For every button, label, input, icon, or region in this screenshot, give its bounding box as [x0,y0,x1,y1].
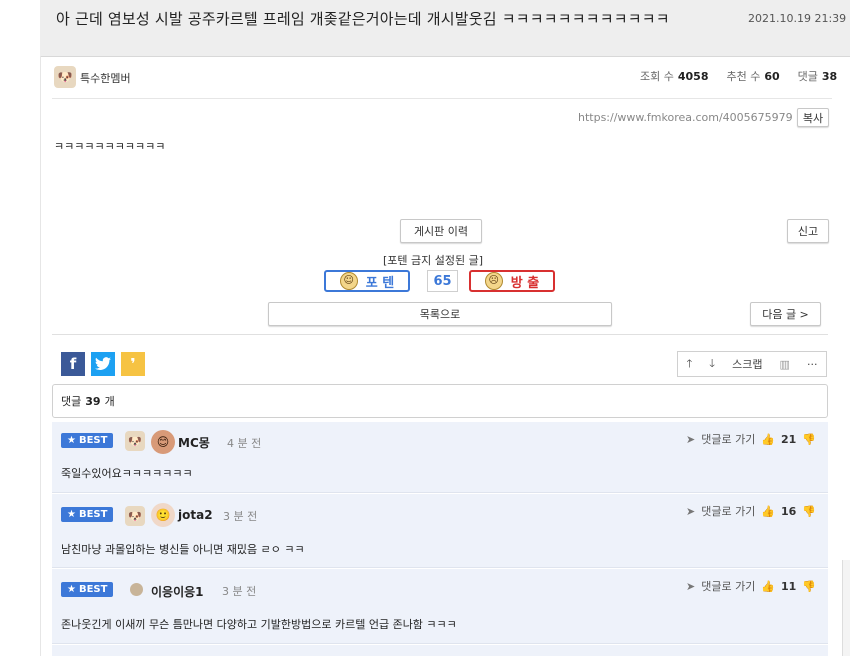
comment-actions: ➤ 댓글로 가기 👍 16 👎 [686,503,816,519]
views-count: 4058 [677,70,709,83]
star-icon: ★ [67,435,76,446]
comment-count-unit: 개 [104,395,115,408]
poten-score: 65 [427,270,458,292]
arrow-up-icon[interactable]: 🡑 [687,355,693,374]
comment-count-box: 댓글 39 개 [52,384,828,418]
star-icon: ★ [67,584,76,595]
thumbs-down-icon[interactable]: 👎 [802,580,816,593]
comment-actions: ➤ 댓글로 가기 👍 21 👎 [686,431,816,447]
list-button[interactable]: 목록으로 [268,302,612,326]
forbidden-note: [포텐 금지 설정된 글] [383,254,484,267]
kakao-share-icon[interactable]: ❜ [121,352,145,376]
twitter-share-icon[interactable] [91,352,115,376]
recommend-label: 추천 수 [726,70,761,83]
thumbs-down-icon[interactable]: 👎 [802,505,816,518]
level-icon: 🐶 [125,506,145,526]
bar-chart-icon[interactable]: ▥ [780,358,790,371]
commenter-avatar[interactable]: 🙂 [151,503,175,527]
poten-label: 포 텐 [365,275,395,291]
send-icon: ➤ [686,432,696,446]
next-post-button[interactable]: 다음 글 > [750,302,821,326]
divider [52,98,832,99]
comment-count-label: 댓글 [61,395,82,408]
commenter-name[interactable]: MC몽 [178,434,210,451]
commenter-name[interactable]: 이응이응1 [151,583,204,600]
title-bar [40,0,850,57]
best-label: BEST [78,584,108,595]
more-button[interactable]: ··· [807,358,818,371]
recommend-count: 60 [764,70,780,83]
like-count: 16 [781,504,797,518]
comment-actions: ➤ 댓글로 가기 👍 11 👎 [686,578,816,594]
smile-icon: ☺ [339,272,358,290]
post-date: 2021.10.19 21:39 [748,12,847,25]
reply-link[interactable]: 댓글로 가기 [701,503,755,519]
post-title: 아 근데 염보성 시발 공주카르텔 프레임 개좆같은거아는데 개시발웃김 ㅋㅋㅋ… [56,10,670,28]
best-badge: ★ BEST [61,433,114,448]
thumbs-up-icon[interactable]: 👍 [761,433,775,446]
comments-label: 댓글 [797,70,818,83]
arrow-down-icon[interactable]: 🡓 [709,355,715,374]
reply-link[interactable]: 댓글로 가기 [701,578,755,594]
thumbs-up-icon[interactable]: 👍 [761,505,775,518]
poten-button[interactable]: ☺ 포 텐 [324,270,410,292]
thumbs-down-icon[interactable]: 👎 [802,433,816,446]
post-stats: 조회 수 4058 추천 수 60 댓글 38 [640,68,837,84]
comment-text: 남친마냥 과몰입하는 병신들 아니면 재밌음 ㄹㅇ ㅋㅋ [61,543,305,556]
comment-item [52,645,828,656]
copy-url-button[interactable]: 복사 [797,108,829,127]
board-history-button[interactable]: 게시판 이력 [400,219,482,243]
views-label: 조회 수 [640,70,674,83]
level-icon [130,583,143,596]
best-label: BEST [78,435,108,446]
thumbs-up-icon[interactable]: 👍 [761,580,775,593]
comment-text: 죽일수있어요ㅋㅋㅋㅋㅋㅋㅋ [61,467,193,480]
report-button[interactable]: 신고 [787,219,829,243]
comments-count: 38 [821,70,838,83]
author-name[interactable]: 특수한멤버 [80,70,131,86]
bangchul-button[interactable]: ☹ 방 출 [469,270,555,292]
left-border [40,56,41,656]
commenter-name[interactable]: jota2 [178,508,213,522]
comment-time: 3 분 전 [223,510,258,523]
send-icon: ➤ [686,504,696,518]
like-count: 21 [781,432,797,446]
comment-time: 4 분 전 [227,437,262,450]
angry-icon: ☹ [484,272,503,290]
side-widget[interactable] [842,560,850,656]
bangchul-label: 방 출 [510,275,540,291]
scrap-button[interactable]: 스크랩 [732,356,762,372]
like-count: 11 [781,579,797,593]
post-url[interactable]: https://www.fmkorea.com/4005675979 [578,111,793,124]
post-body: ㅋㅋㅋㅋㅋㅋㅋㅋㅋㅋㅋ [54,140,166,153]
author-avatar[interactable]: 🐶 [54,66,76,88]
facebook-share-icon[interactable]: f [61,352,85,376]
level-icon: 🐶 [125,431,145,451]
commenter-avatar[interactable]: 😊 [151,430,175,454]
star-icon: ★ [67,509,76,520]
post-toolbar: 🡑 🡓 스크랩 ▥ ··· [677,351,827,377]
reply-link[interactable]: 댓글로 가기 [701,431,755,447]
comment-count-value: 39 [85,394,101,408]
send-icon: ➤ [686,579,696,593]
comment-time: 3 분 전 [222,585,257,598]
best-badge: ★ BEST [61,507,114,522]
best-badge: ★ BEST [61,582,114,597]
best-label: BEST [78,509,108,520]
comment-text: 존나웃긴게 이새끼 무슨 틈만나면 다양하고 기발한방법으로 카르텔 언급 존나… [61,618,457,631]
divider [52,334,828,335]
